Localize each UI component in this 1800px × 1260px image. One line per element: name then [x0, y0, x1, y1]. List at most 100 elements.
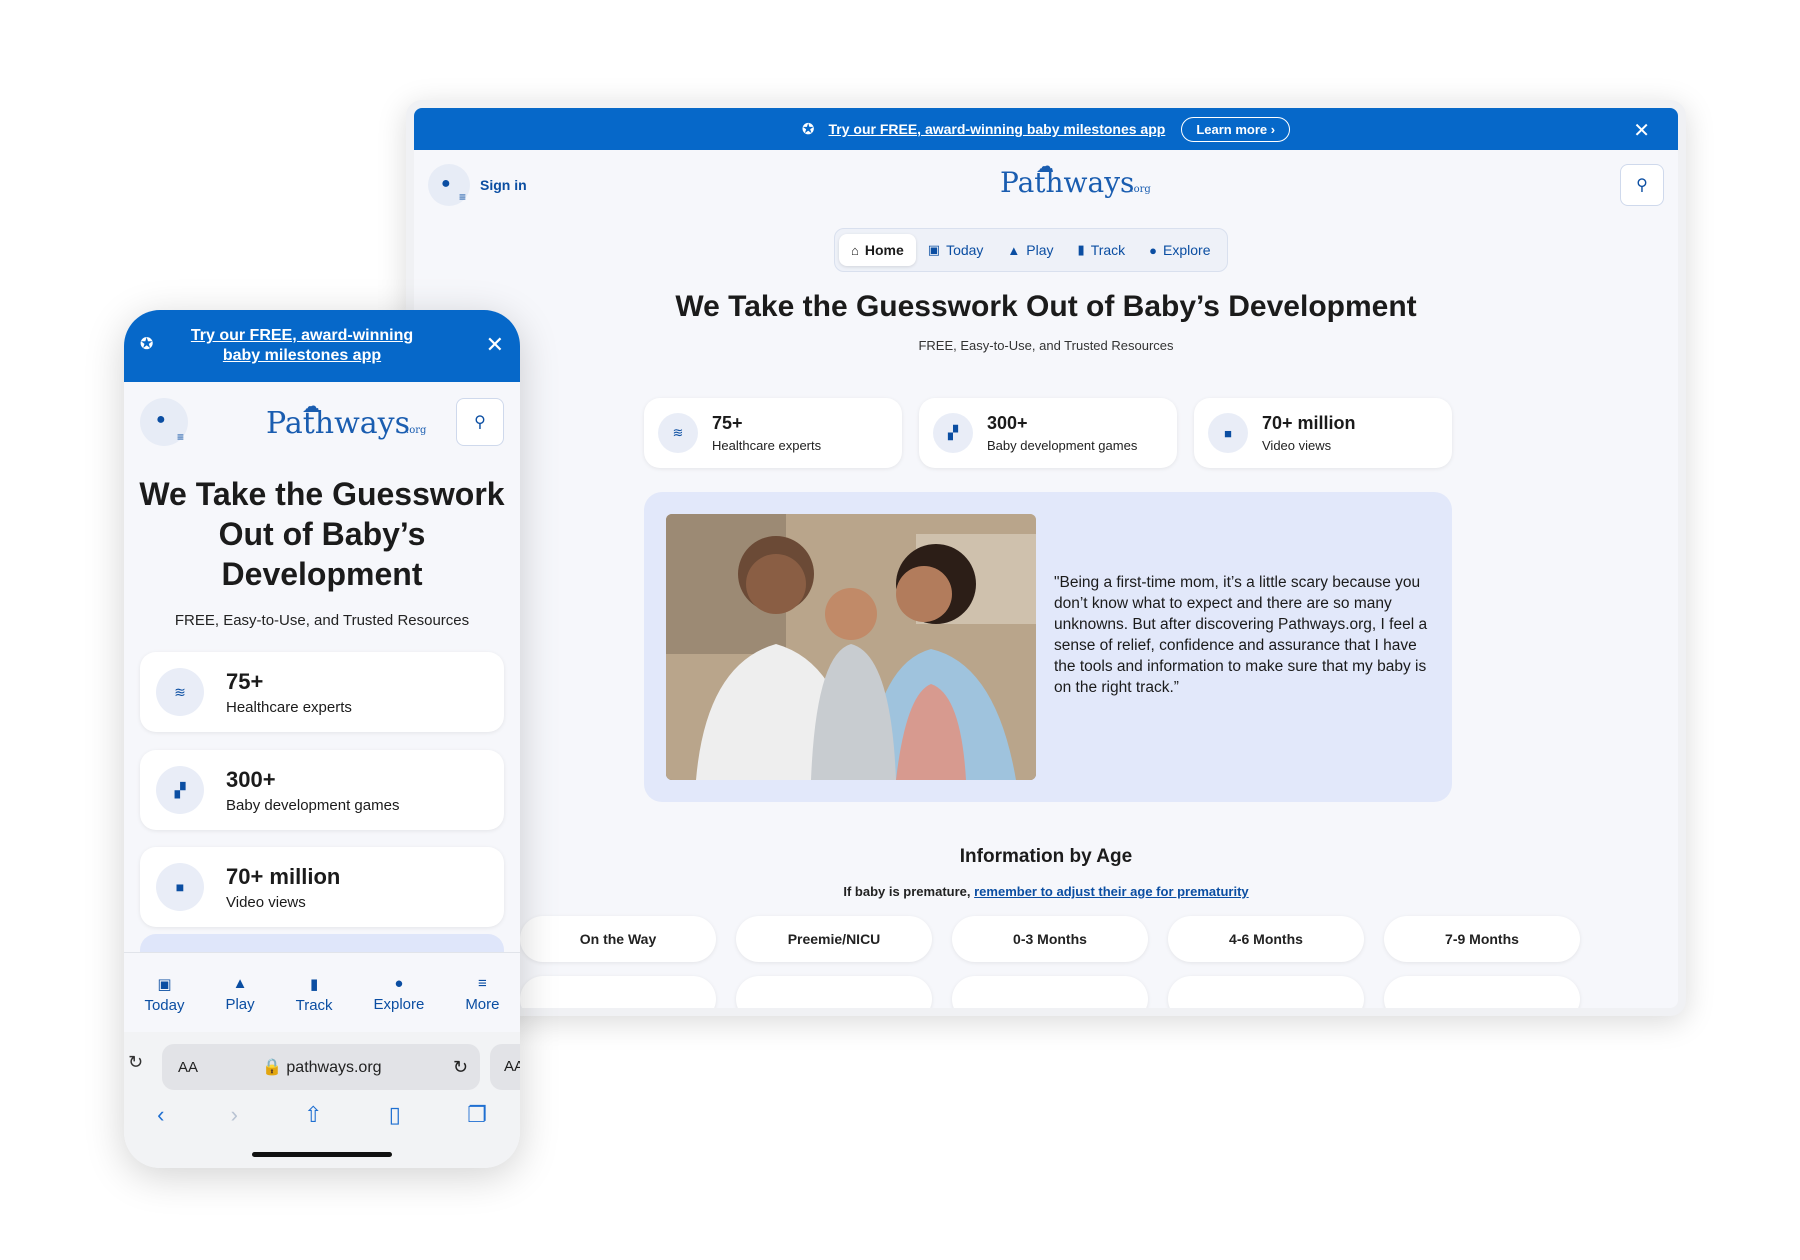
award-ribbon-icon: ✪ — [801, 121, 815, 138]
blocks-icon: ▲ — [232, 975, 248, 992]
hero-title: We Take the Guesswork Out of Baby’s Deve… — [139, 476, 505, 592]
age-pill-4-6[interactable]: 4-6 Months — [1168, 916, 1364, 962]
blocks-icon: ▞ — [156, 766, 204, 814]
age-pill-on-the-way[interactable]: On the Way — [520, 916, 716, 962]
stat-number: 70+ million — [226, 863, 341, 889]
tabs-icon[interactable]: ❐ — [467, 1102, 487, 1128]
forward-icon[interactable]: › — [231, 1102, 238, 1128]
pathways-logo[interactable]: ☁ Pathways.org — [266, 396, 426, 441]
family-photo-illustration — [666, 514, 1036, 780]
baby-logo-icon: ☁ — [1036, 156, 1054, 177]
experts-icon: ≋ — [156, 668, 204, 716]
tab-label: Play — [1026, 242, 1054, 258]
bottom-tab-bar: ▣ Today ▲ Play ▮ Track ● Explore ≡ More — [124, 952, 520, 1032]
age-pill-partial[interactable] — [736, 976, 932, 1008]
age-pill-partial[interactable] — [1168, 976, 1364, 1008]
promo-link[interactable]: Try our FREE, award-winning baby milesto… — [828, 121, 1165, 137]
experts-icon: ≋ — [658, 413, 698, 453]
browser-toolbar: ‹ › ⇧ ▯ ❐ — [124, 1102, 520, 1128]
calendar-icon: ▣ — [927, 242, 941, 257]
learn-more-button[interactable]: Learn more › — [1181, 116, 1291, 142]
tab-more[interactable]: ≡ More — [465, 975, 499, 1032]
tab-today[interactable]: ▣ Today — [144, 975, 184, 1032]
promo-banner: ✪ Try our FREE, award-winning baby miles… — [414, 108, 1678, 150]
stat-number: 70+ million — [1262, 413, 1356, 433]
share-icon[interactable]: ⇧ — [304, 1102, 322, 1128]
stat-label: Baby development games — [226, 796, 400, 814]
tab-label: Play — [225, 996, 255, 1013]
tab-today[interactable]: ▣ Today — [916, 234, 996, 266]
tab-play[interactable]: ▲ Play — [995, 234, 1065, 266]
binoculars-icon: ● — [1149, 242, 1158, 258]
tab-home[interactable]: ⌂ Home — [839, 234, 916, 266]
age-pill-partial[interactable] — [1384, 976, 1580, 1008]
age-pill-preemie[interactable]: Preemie/NICU — [736, 916, 932, 962]
tab-label: Explore — [373, 996, 425, 1013]
stat-label: Healthcare experts — [712, 438, 822, 453]
tab-track[interactable]: ▮ Track — [1066, 234, 1138, 266]
promo-banner: ✪ Try our FREE, award-winning baby miles… — [124, 310, 520, 382]
url-value: pathways.org — [286, 1059, 382, 1076]
text-size-button[interactable]: AA — [178, 1059, 198, 1076]
testimonial-quote: "Being a first-time mom, it’s a little s… — [1054, 574, 1428, 696]
learn-more-label: Learn more — [1196, 121, 1268, 137]
url-text: 🔒 pathways.org — [262, 1057, 382, 1077]
mobile-phone: ✪ Try our FREE, award-winning baby miles… — [124, 310, 520, 1168]
site-header: ● ≡ Sign in ☁ Pathways.org ⚲ — [414, 150, 1678, 220]
tab-explore[interactable]: ● Explore — [1137, 234, 1222, 266]
adjust-age-link[interactable]: remember to adjust their age for prematu… — [974, 884, 1249, 899]
address-bar[interactable]: AA 🔒 pathways.org ↻ — [162, 1044, 480, 1090]
search-button[interactable]: ⚲ — [456, 398, 504, 446]
tab-explore[interactable]: ● Explore — [374, 975, 425, 1032]
age-pill-partial[interactable] — [520, 976, 716, 1008]
back-icon[interactable]: ‹ — [157, 1102, 164, 1128]
home-indicator — [252, 1152, 392, 1157]
tab-track[interactable]: ▮ Track — [296, 975, 333, 1032]
tab-label: More — [465, 996, 500, 1013]
age-pill-7-9[interactable]: 7-9 Months — [1384, 916, 1580, 962]
chart-icon: ▮ — [1077, 242, 1085, 257]
promo-link[interactable]: Try our FREE, award-winning baby milesto… — [182, 326, 422, 366]
menu-icon: ≡ — [176, 430, 184, 444]
age-pills-row-2 — [520, 976, 1580, 1008]
info-by-age-title: Information by Age — [959, 846, 1133, 867]
person-icon: ● — [156, 411, 166, 428]
stat-card-games: ▞ 300+ Baby development games — [140, 750, 504, 830]
account-menu-button[interactable]: ● ≡ — [140, 398, 188, 446]
bookmarks-icon[interactable]: ▯ — [389, 1102, 401, 1128]
chart-icon: ▮ — [309, 976, 319, 993]
age-pills-row: On the Way Preemie/NICU 0-3 Months 4-6 M… — [520, 916, 1580, 962]
hero-title: We Take the Guesswork Out of Baby’s Deve… — [675, 290, 1417, 323]
logo-text: Pathways — [1000, 166, 1135, 199]
next-tab-peek[interactable]: AA — [490, 1044, 520, 1090]
search-button[interactable]: ⚲ — [1620, 164, 1664, 206]
close-icon[interactable]: ✕ — [1633, 118, 1650, 143]
reload-icon[interactable]: ↻ — [453, 1057, 468, 1078]
stat-card-experts: ≋ 75+ Healthcare experts — [644, 398, 902, 468]
blocks-icon: ▞ — [933, 413, 973, 453]
tab-label: Today — [144, 997, 185, 1014]
logo-text: Pathways — [266, 406, 411, 441]
stat-card-games: ▞ 300+ Baby development games — [919, 398, 1177, 468]
safari-browser-bar: ↻ AA 🔒 pathways.org ↻ AA ‹ › ⇧ ▯ ❐ — [124, 1032, 520, 1168]
logo-suffix: .org — [1130, 184, 1151, 195]
stat-card-experts: ≋ 75+ Healthcare experts — [140, 652, 504, 732]
stat-number: 300+ — [987, 413, 1028, 433]
age-pill-partial[interactable] — [952, 976, 1148, 1008]
tab-label: Explore — [1163, 242, 1211, 258]
close-icon[interactable]: ✕ — [486, 332, 504, 358]
sign-in-label: Sign in — [480, 177, 527, 193]
account-menu-avatar: ● ≡ — [428, 164, 470, 206]
search-icon: ⚲ — [474, 414, 486, 431]
person-icon: ● — [441, 175, 451, 192]
site-header: ● ≡ ☁ Pathways.org ⚲ — [124, 382, 520, 462]
reload-icon[interactable]: ↻ — [128, 1052, 143, 1073]
video-camera-icon: ■ — [156, 863, 204, 911]
tab-play[interactable]: ▲ Play — [225, 975, 254, 1032]
sign-in-button[interactable]: ● ≡ Sign in — [428, 164, 527, 206]
age-pill-0-3[interactable]: 0-3 Months — [952, 916, 1148, 962]
pathways-logo[interactable]: ☁ Pathways.org — [1000, 156, 1151, 199]
calendar-icon: ▣ — [157, 976, 172, 993]
hero-subtitle: FREE, Easy-to-Use, and Trusted Resources — [174, 612, 470, 629]
blocks-icon: ▲ — [1007, 242, 1021, 258]
